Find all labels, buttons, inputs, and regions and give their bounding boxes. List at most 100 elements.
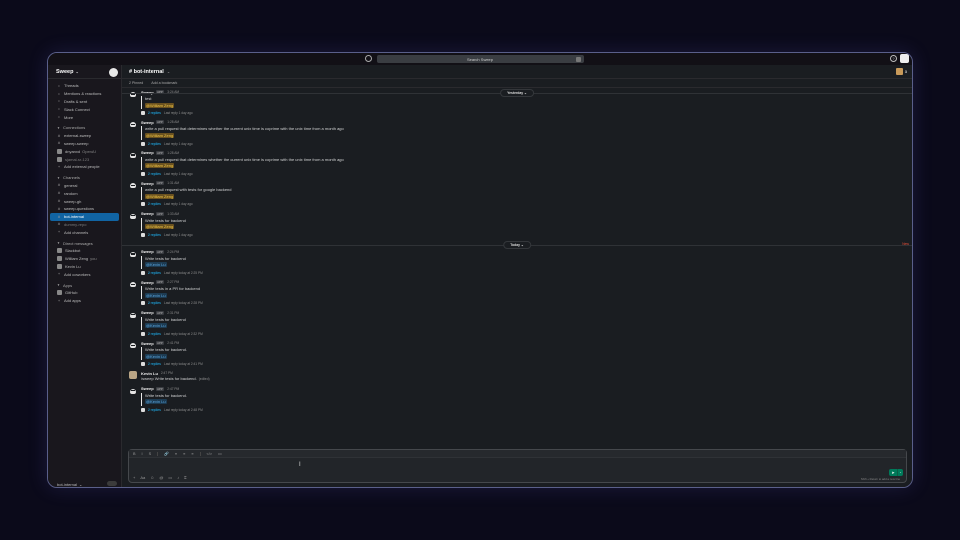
message[interactable]: Kevin Lu 2:47 PM/sweep Write tests for ba… xyxy=(122,370,912,382)
bot-avatar[interactable] xyxy=(129,150,137,159)
send-icon[interactable]: ➤ xyxy=(889,469,897,476)
format-icon[interactable]: </> xyxy=(207,452,213,456)
user-mention[interactable]: @William Zeng xyxy=(145,224,175,230)
bot-avatar[interactable] xyxy=(129,181,137,190)
compose-icon[interactable] xyxy=(109,68,118,77)
user-mention[interactable]: @Kevin Lu xyxy=(145,323,167,329)
reply-count[interactable]: 2 replies xyxy=(148,111,161,115)
user-mention[interactable]: @Kevin Lu xyxy=(145,262,167,268)
sender-name[interactable]: Sweep xyxy=(141,386,154,391)
sender-name[interactable]: Sweep xyxy=(141,310,154,315)
channel-caret[interactable]: ⌄ xyxy=(167,69,170,74)
user-mention[interactable]: @Kevin Lu xyxy=(145,353,167,359)
bot-avatar[interactable] xyxy=(129,249,137,258)
sender-name[interactable]: Sweep xyxy=(141,150,154,155)
reply-count[interactable]: 2 replies xyxy=(148,408,161,412)
sidebar-item-connection[interactable]: # external-sweep xyxy=(48,132,121,140)
sidebar-add-item[interactable]: + Add apps xyxy=(48,297,121,305)
message[interactable]: Sweep APP 1:33 AM Write tests for backend @W… xyxy=(122,211,912,238)
composer-action-icon[interactable]: ▭ xyxy=(168,475,172,480)
composer-action-icon[interactable]: ☺ xyxy=(150,475,154,480)
huddle-toggle[interactable] xyxy=(107,481,117,486)
reply-count[interactable]: 2 replies xyxy=(148,202,161,206)
sidebar-section-header[interactable]: ▼ Channels xyxy=(48,174,121,182)
bot-avatar[interactable] xyxy=(129,341,137,349)
sidebar-section-header[interactable]: ▼ Connections xyxy=(48,124,121,132)
thread-summary[interactable]: 2 replies Last reply 1 day ago xyxy=(141,232,912,238)
message[interactable]: Sweep APP 2:24 PM Write tests for backend @K… xyxy=(122,249,912,276)
user-avatar[interactable] xyxy=(900,54,909,63)
sidebar-item-channel[interactable]: # sweep-gh xyxy=(48,197,121,205)
format-icon[interactable]: ≡ xyxy=(175,452,177,456)
thread-summary[interactable]: 2 replies Last reply 1 day ago xyxy=(141,201,912,207)
user-mention[interactable]: @William Zeng xyxy=(145,102,175,108)
timestamp[interactable]: 1:33 AM xyxy=(167,212,179,216)
reply-count[interactable]: 2 replies xyxy=(148,271,161,275)
bot-avatar[interactable] xyxy=(129,280,137,289)
sender-name[interactable]: Sweep xyxy=(141,120,154,125)
thread-summary[interactable]: 2 replies Last reply 1 day ago xyxy=(141,171,912,177)
format-icon[interactable]: B xyxy=(133,452,136,456)
thread-summary[interactable]: 2 replies Last reply today at 2:25 PM xyxy=(141,270,912,276)
user-mention[interactable]: @William Zeng xyxy=(145,132,175,138)
sidebar-item-channel[interactable]: # bot-internal xyxy=(50,212,119,221)
sidebar-add-item[interactable]: + Add channels xyxy=(48,228,121,236)
sidebar-item[interactable]: • Mentions & reactions xyxy=(48,90,121,98)
sidebar-item[interactable]: • Slack Connect xyxy=(48,105,121,113)
filter-icon[interactable] xyxy=(575,56,581,62)
message[interactable]: Sweep APP 1:28 AM write a pull request that… xyxy=(122,119,912,146)
message-composer[interactable]: B I S 🔗 ≡ ≡ ≡ </> ▭ I + Aa ☺ @ ▭ ♪ ⌗ Shift + Return to… xyxy=(128,449,907,483)
workspace-header[interactable]: Sweep ⌄ xyxy=(48,65,121,79)
message[interactable]: Sweep APP 2:31 PM Write tests for backend @K… xyxy=(122,310,912,337)
timestamp[interactable]: 2:47 PM xyxy=(161,371,173,375)
sidebar-item[interactable]: • More xyxy=(48,113,121,121)
sidebar-item[interactable]: • Threads xyxy=(48,82,121,90)
sidebar-footer[interactable]: bot-internal ⌄ xyxy=(48,479,121,487)
format-icon[interactable]: S xyxy=(149,452,152,456)
add-bookmark-link[interactable]: Add a bookmark xyxy=(151,81,177,85)
sidebar-item-channel[interactable]: # sweep-questions xyxy=(48,205,121,213)
help-icon[interactable]: ? xyxy=(890,55,897,62)
format-icon[interactable]: ▭ xyxy=(218,451,222,456)
format-icon[interactable]: I xyxy=(142,452,143,456)
timestamp[interactable]: 2:27 PM xyxy=(167,280,179,284)
sender-name[interactable]: Sweep xyxy=(141,211,154,216)
thread-summary[interactable]: 2 replies Last reply 1 day ago xyxy=(141,110,912,116)
sidebar-item[interactable]: • Drafts & sent xyxy=(48,98,121,106)
timestamp[interactable]: 1:31 AM xyxy=(167,181,179,185)
history-icon[interactable] xyxy=(365,55,372,62)
message[interactable]: Sweep APP 2:27 PM Write tests in a PR for b… xyxy=(122,279,912,306)
date-pill[interactable]: Yesterday ⌄ xyxy=(500,89,534,97)
sidebar-item-connection[interactable]: sjamal-sr-123 xyxy=(48,155,121,163)
sidebar-section-header[interactable]: ▼ Direct messages xyxy=(48,239,121,247)
user-mention[interactable]: @Kevin Lu xyxy=(145,399,167,405)
bot-avatar[interactable] xyxy=(129,120,137,129)
thread-summary[interactable]: 2 replies Last reply today at 2:32 PM xyxy=(141,331,912,337)
format-icon[interactable]: ≡ xyxy=(191,452,193,456)
timestamp[interactable]: 1:28 AM xyxy=(167,120,179,124)
sidebar-item-dm[interactable]: Slackbot xyxy=(48,247,121,255)
sender-name[interactable]: Sweep xyxy=(141,249,154,254)
search-bar[interactable]: Search Sweep xyxy=(376,55,584,63)
user-mention[interactable]: @William Zeng xyxy=(145,163,175,169)
composer-action-icon[interactable]: Aa xyxy=(140,475,145,480)
timestamp[interactable]: 2:41 PM xyxy=(167,341,179,345)
reply-count[interactable]: 2 replies xyxy=(148,362,161,366)
thread-summary[interactable]: 2 replies Last reply today at 2:48 PM xyxy=(141,407,912,413)
message[interactable]: Sweep APP 2:47 PM Write tests for backend. @… xyxy=(122,386,912,413)
sidebar-item-channel[interactable]: # random xyxy=(48,189,121,197)
sidebar-item-channel[interactable]: # general xyxy=(48,182,121,190)
sender-name[interactable]: Sweep xyxy=(141,280,154,285)
sidebar-item-connection[interactable]: # sweep-sweep xyxy=(48,140,121,148)
message[interactable]: Sweep APP 2:41 PM Write tests for backend. @… xyxy=(122,340,912,367)
thread-summary[interactable]: 2 replies Last reply today at 2:28 PM xyxy=(141,300,912,306)
date-pill[interactable]: Today ⌄ xyxy=(503,240,531,249)
bot-avatar[interactable] xyxy=(129,211,137,220)
timestamp[interactable]: 1:28 AM xyxy=(167,151,179,155)
timestamp[interactable]: 2:47 PM xyxy=(167,387,179,391)
user-mention[interactable]: @Kevin Lu xyxy=(145,292,167,298)
composer-action-icon[interactable]: + xyxy=(133,475,135,480)
reply-count[interactable]: 2 replies xyxy=(148,332,161,336)
sidebar-section-header[interactable]: ▼ Apps xyxy=(48,281,121,289)
timestamp[interactable]: 2:24 PM xyxy=(167,250,179,254)
